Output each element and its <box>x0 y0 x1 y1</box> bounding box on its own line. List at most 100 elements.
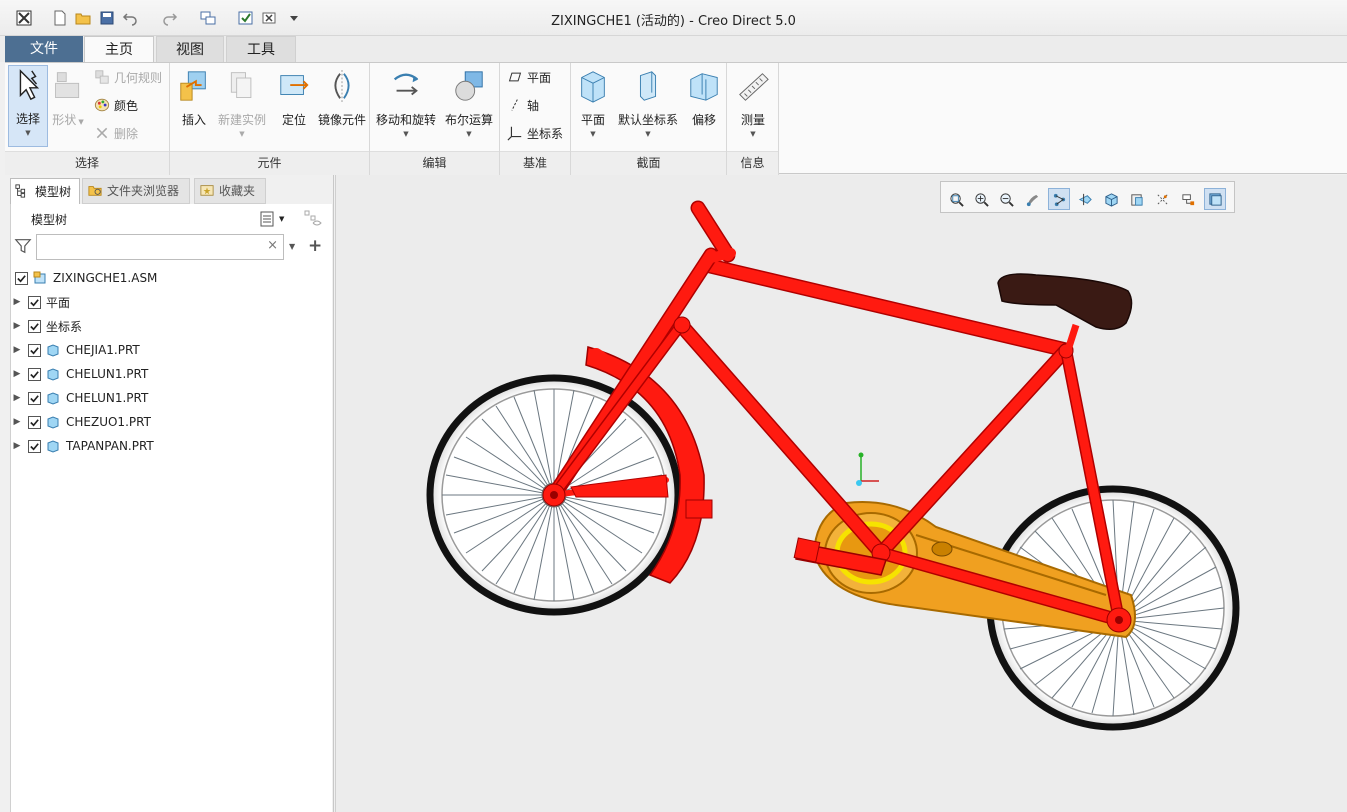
insert-icon <box>176 67 212 105</box>
checkbox[interactable] <box>28 439 41 453</box>
tree-row-root[interactable]: ZIXINGCHE1.ASM <box>10 267 157 289</box>
section-plane-label: 平面 <box>580 113 605 127</box>
tree-row-chejia1[interactable]: ▶ CHEJIA1.PRT <box>10 339 140 361</box>
tab-favorites-label: 收藏夹 <box>219 184 256 198</box>
filter-icon[interactable] <box>14 237 34 257</box>
group-select-label: 选择 <box>74 156 99 170</box>
section-plane-icon <box>575 67 611 105</box>
tree-row-chelun1-b[interactable]: ▶ CHELUN1.PRT <box>10 387 149 409</box>
tree-item-label: CHELUN1.PRT <box>66 367 149 381</box>
part-icon <box>47 392 59 405</box>
chevron-down-icon: ▼ <box>25 129 31 137</box>
add-filter-icon[interactable]: + <box>308 236 322 256</box>
default-csys-button[interactable]: 默认坐标系 ▼ <box>615 67 681 138</box>
ribbon-tabs: 文件 主页 视图 工具 <box>0 36 1347 62</box>
expand-arrow-icon[interactable]: ▶ <box>10 321 24 331</box>
group-edit-label: 编辑 <box>422 156 447 170</box>
datum-csys-label: 坐标系 <box>527 126 564 141</box>
tree-row-chelun1-a[interactable]: ▶ CHELUN1.PRT <box>10 363 149 385</box>
tab-tools[interactable]: 工具 <box>226 36 296 62</box>
new-instance-button[interactable]: 新建实例 ▼ <box>214 67 270 138</box>
ribbon: 选择 ▼ 形状 ▼ 几何规则 颜色 删除 选择 插入 新建实例 ▼ 定位 镜像元… <box>5 62 1347 175</box>
checkbox[interactable] <box>28 367 41 381</box>
checkbox[interactable] <box>28 295 41 309</box>
datum-csys-button[interactable]: 坐标系 <box>506 122 563 144</box>
checkbox[interactable] <box>28 391 41 405</box>
tree-row-csys[interactable]: ▶ 坐标系 <box>10 315 82 337</box>
select-label: 选择 <box>15 112 40 126</box>
shape-button[interactable]: 形状 ▼ <box>50 67 86 128</box>
tree-item-label: CHEJIA1.PRT <box>66 343 140 357</box>
insert-label: 插入 <box>181 113 206 127</box>
move-rotate-button[interactable]: 移动和旋转 ▼ <box>374 67 438 138</box>
section-plane-button[interactable]: 平面 ▼ <box>575 67 611 138</box>
section-offset-button[interactable]: 偏移 <box>685 67 723 128</box>
coordinate-triad <box>856 452 879 486</box>
tab-model-tree[interactable]: 模型树 <box>10 178 80 204</box>
part-icon <box>47 344 59 357</box>
delete-label: 删除 <box>114 126 139 141</box>
delete-button[interactable]: 删除 <box>93 122 138 144</box>
color-button[interactable]: 颜色 <box>93 94 138 116</box>
expand-arrow-icon[interactable]: ▶ <box>10 417 24 427</box>
checkbox[interactable] <box>28 319 41 333</box>
tab-view[interactable]: 视图 <box>156 36 224 62</box>
checkbox[interactable] <box>15 271 28 285</box>
insert-button[interactable]: 插入 <box>176 67 212 128</box>
tree-row-planes[interactable]: ▶ 平面 <box>10 291 70 313</box>
tree-row-tapanpan[interactable]: ▶ TAPANPAN.PRT <box>10 435 154 457</box>
chevron-down-icon: ▼ <box>645 130 651 138</box>
chevron-down-icon: ▼ <box>466 130 472 138</box>
group-info-label: 信息 <box>740 156 765 170</box>
group-select: 选择 ▼ 形状 ▼ 几何规则 颜色 删除 选择 <box>5 63 170 175</box>
geometry-rules-icon <box>93 68 111 86</box>
tab-file[interactable]: 文件 <box>5 36 83 62</box>
tree-root-label: ZIXINGCHE1.ASM <box>53 271 158 285</box>
datum-plane-button[interactable]: 平面 <box>506 66 551 88</box>
chevron-down-icon: ▼ <box>239 130 245 138</box>
part-icon <box>47 416 59 429</box>
checkbox[interactable] <box>28 343 41 357</box>
checkbox[interactable] <box>28 415 41 429</box>
tab-folder-browser[interactable]: 文件夹浏览器 <box>82 178 190 204</box>
filter-options-chevron-icon[interactable]: ▼ <box>289 242 295 251</box>
datum-axis-label: 轴 <box>527 98 540 113</box>
folder-browser-icon <box>87 183 103 199</box>
mirror-component-button[interactable]: 镜像元件 <box>314 67 370 128</box>
model-tree-icon <box>15 183 31 200</box>
boolean-button[interactable]: 布尔运算 ▼ <box>442 67 496 138</box>
tree-item-label: 平面 <box>46 295 71 310</box>
chevron-down-icon: ▼ <box>590 130 596 138</box>
move-rotate-label: 移动和旋转 <box>375 113 436 127</box>
clear-filter-icon[interactable]: × <box>267 238 278 253</box>
tab-model-tree-label: 模型树 <box>35 184 72 199</box>
measure-button[interactable]: 测量 ▼ <box>733 67 773 138</box>
chevron-down-icon: ▼ <box>750 130 756 138</box>
datum-axis-button[interactable]: 轴 <box>506 94 539 116</box>
select-button[interactable]: 选择 ▼ <box>8 65 48 147</box>
locate-icon <box>276 67 312 105</box>
move-rotate-icon <box>388 67 424 105</box>
geometry-rules-button[interactable]: 几何规则 <box>93 66 162 88</box>
tab-home[interactable]: 主页 <box>84 36 154 62</box>
axis-icon <box>506 96 524 114</box>
expand-arrow-icon[interactable]: ▶ <box>10 297 24 307</box>
graphics-viewport[interactable] <box>335 175 1347 812</box>
tree-settings-button[interactable]: ▼ <box>259 209 293 229</box>
assembly-icon <box>33 271 46 284</box>
bicycle-model[interactable] <box>336 175 1347 812</box>
group-section-label: 截面 <box>636 156 661 170</box>
tree-item-label: CHELUN1.PRT <box>66 391 149 405</box>
show-hide-icon[interactable] <box>303 209 325 229</box>
expand-arrow-icon[interactable]: ▶ <box>10 369 24 379</box>
expand-arrow-icon[interactable]: ▶ <box>10 441 24 451</box>
expand-arrow-icon[interactable]: ▶ <box>10 345 24 355</box>
title-bar: ZIXINGCHE1 (活动的) - Creo Direct 5.0 <box>0 0 1347 36</box>
tree-filter-input[interactable]: × <box>36 234 284 260</box>
expand-arrow-icon[interactable]: ▶ <box>10 393 24 403</box>
shape-label: 形状 <box>52 113 77 127</box>
tree-item-label: 坐标系 <box>46 319 83 334</box>
tab-favorites[interactable]: 收藏夹 <box>194 178 266 204</box>
locate-button[interactable]: 定位 <box>274 67 314 128</box>
tree-row-chezuo1[interactable]: ▶ CHEZUO1.PRT <box>10 411 151 433</box>
